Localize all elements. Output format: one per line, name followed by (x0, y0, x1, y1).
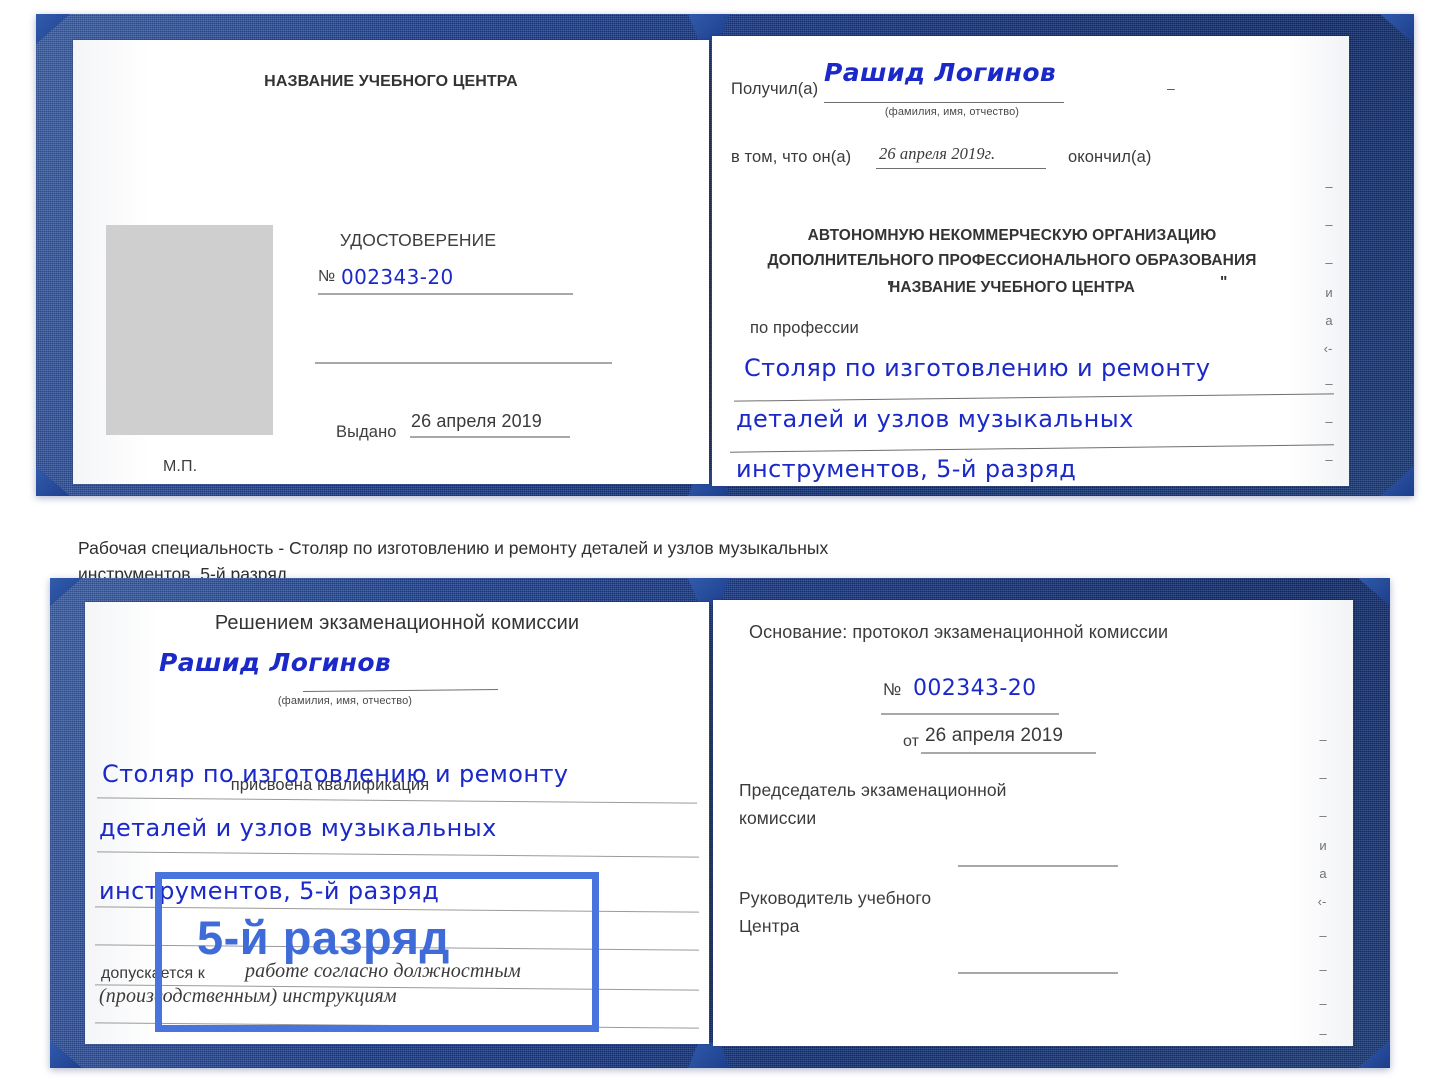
protocol-number-symbol: № (883, 680, 902, 699)
page-edge-mark-b6: ‹- (1317, 894, 1327, 909)
page-edge-mark-2: – (1325, 217, 1333, 232)
profession-handwritten-line-1: Столяр по изготовлению и ремонту (744, 354, 1211, 382)
issued-value: 26 апреля 2019 (411, 411, 542, 431)
highlight-label-annotation: 5-й разряд (197, 911, 450, 964)
book-spine-top (709, 42, 711, 484)
document-type-label: УДОСТОВЕРЕНИЕ (339, 230, 497, 250)
page-edge-mark-1: – (1325, 179, 1333, 194)
caption-line-1: Рабочая специальность - Столяр по изгото… (78, 538, 829, 558)
profession-rule-1 (734, 393, 1334, 402)
that-value: 26 апреля 2019г. (879, 144, 996, 163)
qualification-handwritten-line-1: Столяр по изготовлению и ремонту (102, 760, 569, 788)
organization-quote-close: " (1220, 274, 1228, 291)
that-rule (876, 168, 1046, 169)
page-edge-mark-b5: а (1319, 866, 1327, 881)
page-edge-mark-b8: – (1319, 962, 1327, 977)
photo-placeholder (106, 225, 273, 435)
fio-hint-top: (фамилия, имя, отчество) (884, 106, 1020, 118)
that-label: в том, что он(а) (731, 148, 852, 166)
chairman-label-line-2: комиссии (739, 808, 817, 828)
issued-rule (410, 436, 570, 438)
stamp-place-label: М.П. (163, 458, 198, 475)
received-value-handwritten: Рашид Логинов (824, 58, 1057, 87)
edge-dash-mark-a: – (1167, 80, 1175, 96)
chairman-signature-rule (958, 865, 1118, 867)
page-edge-mark-6: ‹- (1323, 341, 1333, 356)
issued-label: Выдано (336, 423, 397, 441)
profession-handwritten-line-3: инструментов, 5-й разряд (736, 455, 1077, 483)
page-edge-mark-b3: – (1319, 808, 1327, 823)
fio-hint-bottom: (фамилия, имя, отчество) (277, 695, 413, 707)
head-of-center-label-line-2: Центра (739, 916, 800, 936)
page-edge-mark-8: – (1325, 414, 1333, 429)
profession-rule-2 (730, 444, 1334, 453)
page-edge-mark-7: – (1325, 376, 1333, 391)
received-label: Получил(а) (731, 80, 819, 98)
commission-decision-title: Решением экзаменационной комиссии (214, 612, 580, 634)
blank-rule-left-page (315, 362, 612, 364)
protocol-from-value: 26 апреля 2019 (925, 725, 1064, 746)
page-edge-mark-3: – (1325, 255, 1333, 270)
qualification-handwritten-line-2: деталей и узлов музыкальных (99, 814, 497, 842)
received-rule (824, 102, 1064, 103)
profession-label: по профессии (750, 319, 859, 337)
page-edge-mark-5: а (1325, 313, 1333, 328)
protocol-number-value: 002343-20 (913, 676, 1037, 701)
page-edge-mark-b10: – (1319, 1026, 1327, 1041)
page-bottom-right: Основание: протокол экзаменационной коми… (713, 600, 1353, 1046)
protocol-from-rule (921, 752, 1096, 754)
qualification-rule-1 (97, 797, 697, 804)
profession-handwritten-line-2: деталей и узлов музыкальных (736, 405, 1134, 433)
holder-name-handwritten: Рашид Логинов (159, 648, 392, 677)
finished-label: окончил(а) (1068, 148, 1152, 166)
certificate-number-value: 002343-20 (341, 265, 454, 289)
page-edge-mark-b7: – (1319, 928, 1327, 943)
page-edge-mark-b4: и (1319, 838, 1327, 853)
page-edge-mark-b1: – (1319, 732, 1327, 747)
basis-label: Основание: протокол экзаменационной коми… (749, 622, 1169, 642)
page-edge-mark-4: и (1325, 285, 1333, 300)
page-top-right: Получил(а) Рашид Логинов (фамилия, имя, … (712, 36, 1349, 486)
book-spine-bottom (710, 604, 712, 1044)
qualification-rule-2 (97, 851, 699, 858)
protocol-from-label: от (903, 733, 920, 750)
page-edge-mark-b2: – (1319, 770, 1327, 785)
organization-line-2: ДОПОЛНИТЕЛЬНОГО ПРОФЕССИОНАЛЬНОГО ОБРАЗО… (767, 252, 1257, 269)
chairman-label-line-1: Председатель экзаменационной (739, 780, 1007, 800)
name-rule-bottom (303, 688, 498, 693)
page-edge-mark-b9: – (1319, 996, 1327, 1011)
certificate-number-symbol: № (318, 268, 336, 285)
head-of-center-signature-rule (958, 972, 1118, 974)
training-center-name-heading: НАЗВАНИЕ УЧЕБНОГО ЦЕНТРА (264, 73, 518, 90)
protocol-number-rule (881, 713, 1059, 715)
certificate-number-rule (318, 293, 573, 295)
head-of-center-label-line-1: Руководитель учебного (739, 888, 932, 908)
page-edge-mark-9: – (1325, 452, 1333, 467)
page-top-left: НАЗВАНИЕ УЧЕБНОГО ЦЕНТРА УДОСТОВЕРЕНИЕ №… (73, 40, 709, 484)
organization-line-1: АВТОНОМНУЮ НЕКОММЕРЧЕСКУЮ ОРГАНИЗАЦИЮ (807, 227, 1217, 244)
